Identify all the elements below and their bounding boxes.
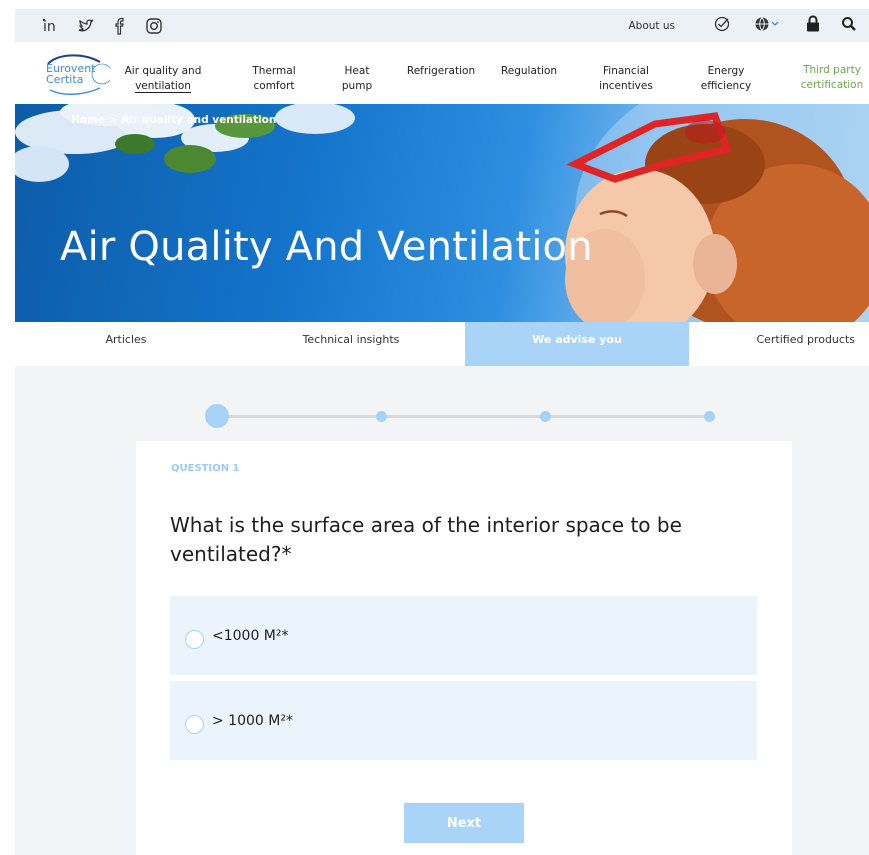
twitter-icon[interactable]	[76, 16, 96, 36]
nav-item-label: comfort	[253, 80, 295, 92]
progress-step-2	[376, 411, 387, 422]
nav-item-label: Heat	[344, 65, 370, 77]
nav-item-label: Third party	[803, 64, 861, 76]
instagram-icon[interactable]	[144, 16, 164, 36]
radio-button[interactable]	[185, 630, 204, 649]
answer-option-1[interactable]: <1000 M²*	[170, 596, 757, 675]
progress-step-1	[205, 404, 229, 428]
quiz-progress	[205, 404, 715, 430]
answer-option-2[interactable]: > 1000 M²*	[170, 681, 757, 760]
lock-icon[interactable]	[805, 14, 821, 37]
facebook-icon[interactable]	[110, 16, 130, 36]
next-button[interactable]: Next	[404, 803, 524, 843]
logo-line-2: Certita	[46, 73, 84, 86]
check-circle-icon[interactable]	[713, 15, 731, 37]
page-title: Air Quality And Ventilation	[60, 224, 593, 270]
hero-banner: Home > Air quality and ventilation Air Q…	[15, 104, 869, 322]
eurovent-certita-logo[interactable]: Eurovent Certita	[42, 50, 110, 96]
top-bar-actions: About us	[628, 9, 857, 42]
nav-item-label: efficiency	[700, 80, 752, 92]
progress-step-4	[704, 411, 715, 422]
question-card: QUESTION 1 What is the surface area of t…	[136, 441, 792, 855]
answer-label: <1000 M²*	[212, 628, 289, 644]
nav-item-label: ventilation	[135, 80, 191, 93]
progress-track	[217, 415, 707, 418]
nav-item-label: Air quality and	[124, 65, 202, 77]
search-icon[interactable]	[841, 15, 857, 37]
hero-image	[15, 104, 869, 322]
tab-certified-products[interactable]: Certified products	[689, 322, 869, 366]
linkedin-icon[interactable]: in	[42, 16, 62, 36]
nav-item-third-party-certification[interactable]: Third party certification	[795, 63, 869, 93]
main-nav: Eurovent Certita Air quality and ventila…	[15, 42, 869, 104]
sub-tabs: Articles Technical insights We advise yo…	[15, 322, 869, 366]
nav-item-heat-pump[interactable]: Heat pump	[333, 64, 381, 94]
social-links: in	[42, 16, 164, 36]
nav-item-label: Regulation	[500, 65, 558, 77]
tab-technical-insights[interactable]: Technical insights	[237, 322, 465, 366]
nav-item-label: incentives	[599, 80, 653, 92]
nav-item-label: Refrigeration	[406, 65, 476, 77]
nav-item-energy-efficiency[interactable]: Energy efficiency	[695, 64, 757, 94]
tab-articles[interactable]: Articles	[15, 322, 237, 366]
nav-item-label: pump	[341, 80, 373, 92]
page: in About us Eurovent Certita Air quality…	[15, 9, 869, 855]
breadcrumb[interactable]: Home > Air quality and ventilation	[71, 114, 276, 126]
progress-step-3	[540, 411, 551, 422]
question-text: What is the surface area of the interior…	[170, 513, 682, 566]
nav-item-air-quality[interactable]: Air quality and ventilation	[119, 64, 207, 94]
nav-item-regulation[interactable]: Regulation	[497, 64, 561, 79]
about-us-link[interactable]: About us	[628, 20, 675, 32]
nav-item-label: Thermal	[252, 65, 296, 77]
nav-item-label: Energy	[707, 65, 745, 77]
answer-label: > 1000 M²*	[212, 713, 293, 729]
quiz-section: QUESTION 1 What is the surface area of t…	[15, 366, 869, 855]
globe-icon[interactable]	[753, 15, 783, 37]
question-number: QUESTION 1	[171, 463, 240, 474]
nav-item-label: Financial	[603, 65, 649, 77]
nav-item-label: certification	[800, 79, 864, 91]
tab-we-advise-you[interactable]: We advise you	[465, 322, 689, 366]
nav-item-thermal-comfort[interactable]: Thermal comfort	[243, 64, 305, 94]
nav-item-refrigeration[interactable]: Refrigeration	[403, 64, 479, 79]
top-bar: in About us	[15, 9, 869, 42]
svg-text:in: in	[43, 19, 56, 35]
radio-button[interactable]	[185, 715, 204, 734]
nav-item-financial-incentives[interactable]: Financial incentives	[593, 64, 659, 94]
